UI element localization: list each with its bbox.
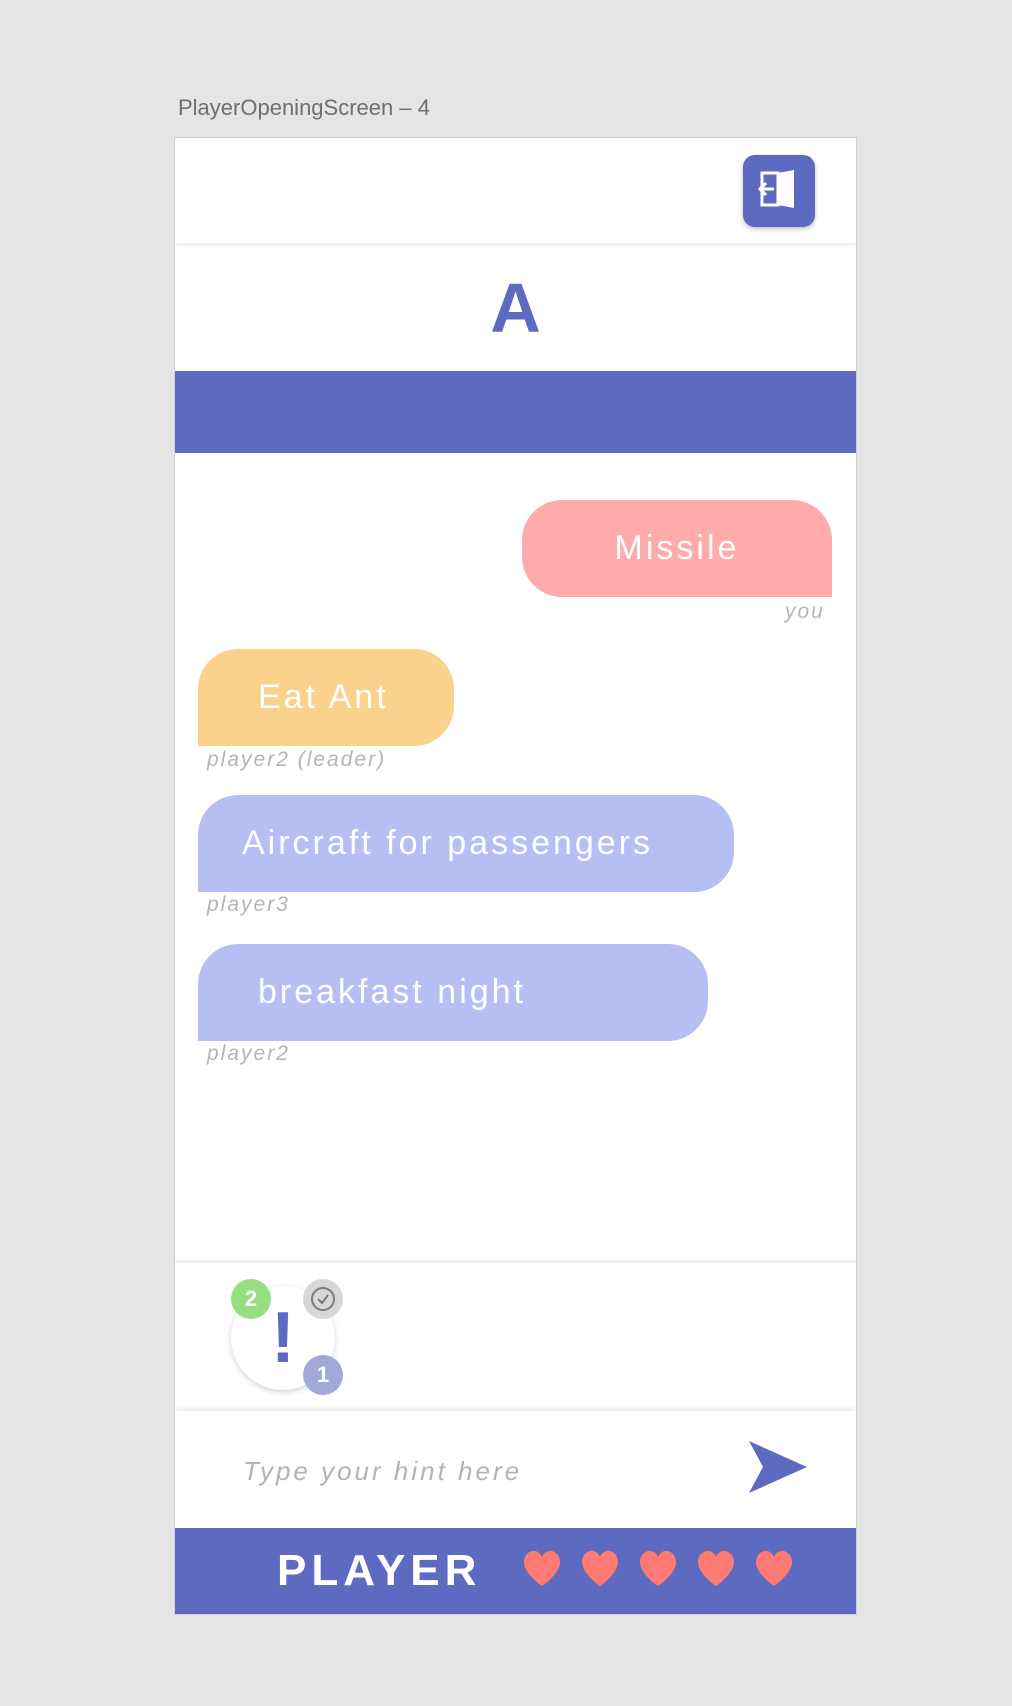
round-letter: A [490, 268, 541, 347]
message-text: Missile [614, 529, 740, 567]
hint-input[interactable] [241, 1445, 705, 1497]
message-bubble: Aircraft for passengers [198, 795, 734, 892]
divider [175, 1260, 856, 1263]
message-text: Aircraft for passengers [242, 824, 654, 862]
frame-title: PlayerOpeningScreen – 4 [178, 95, 430, 120]
heart-icon [754, 1550, 794, 1592]
message-text: Eat Ant [258, 678, 389, 716]
heart-icon [522, 1550, 562, 1592]
message-author: you [785, 600, 825, 623]
round-letter-area: A [175, 244, 856, 371]
top-bar [175, 138, 856, 243]
lives [522, 1550, 794, 1592]
message-author: player2 [207, 1042, 290, 1065]
message-bubble: breakfast night [198, 944, 708, 1041]
hint-level-badge: 1 [303, 1355, 343, 1395]
message-text: breakfast night [258, 973, 527, 1011]
message-author: player3 [207, 893, 290, 916]
hint-input-bar [175, 1411, 856, 1529]
heart-icon [638, 1550, 678, 1592]
phone-screen: A Missile you Eat Ant player2 (leader) A… [174, 137, 857, 1615]
send-button[interactable] [745, 1439, 811, 1499]
heart-icon [580, 1550, 620, 1592]
message-bubble-you: Missile [522, 500, 832, 597]
hint-count-badge: 2 [231, 1279, 271, 1319]
send-icon [749, 1441, 807, 1497]
clock-icon [303, 1279, 343, 1319]
message-bubble: Eat Ant [198, 649, 454, 746]
player-status-bar: PLAYER [175, 1528, 856, 1614]
exit-door-icon [757, 170, 800, 212]
letter-band [175, 371, 856, 453]
exit-button[interactable] [743, 155, 815, 227]
role-label: PLAYER [277, 1546, 482, 1595]
heart-icon [696, 1550, 736, 1592]
message-author: player2 (leader) [207, 748, 387, 771]
